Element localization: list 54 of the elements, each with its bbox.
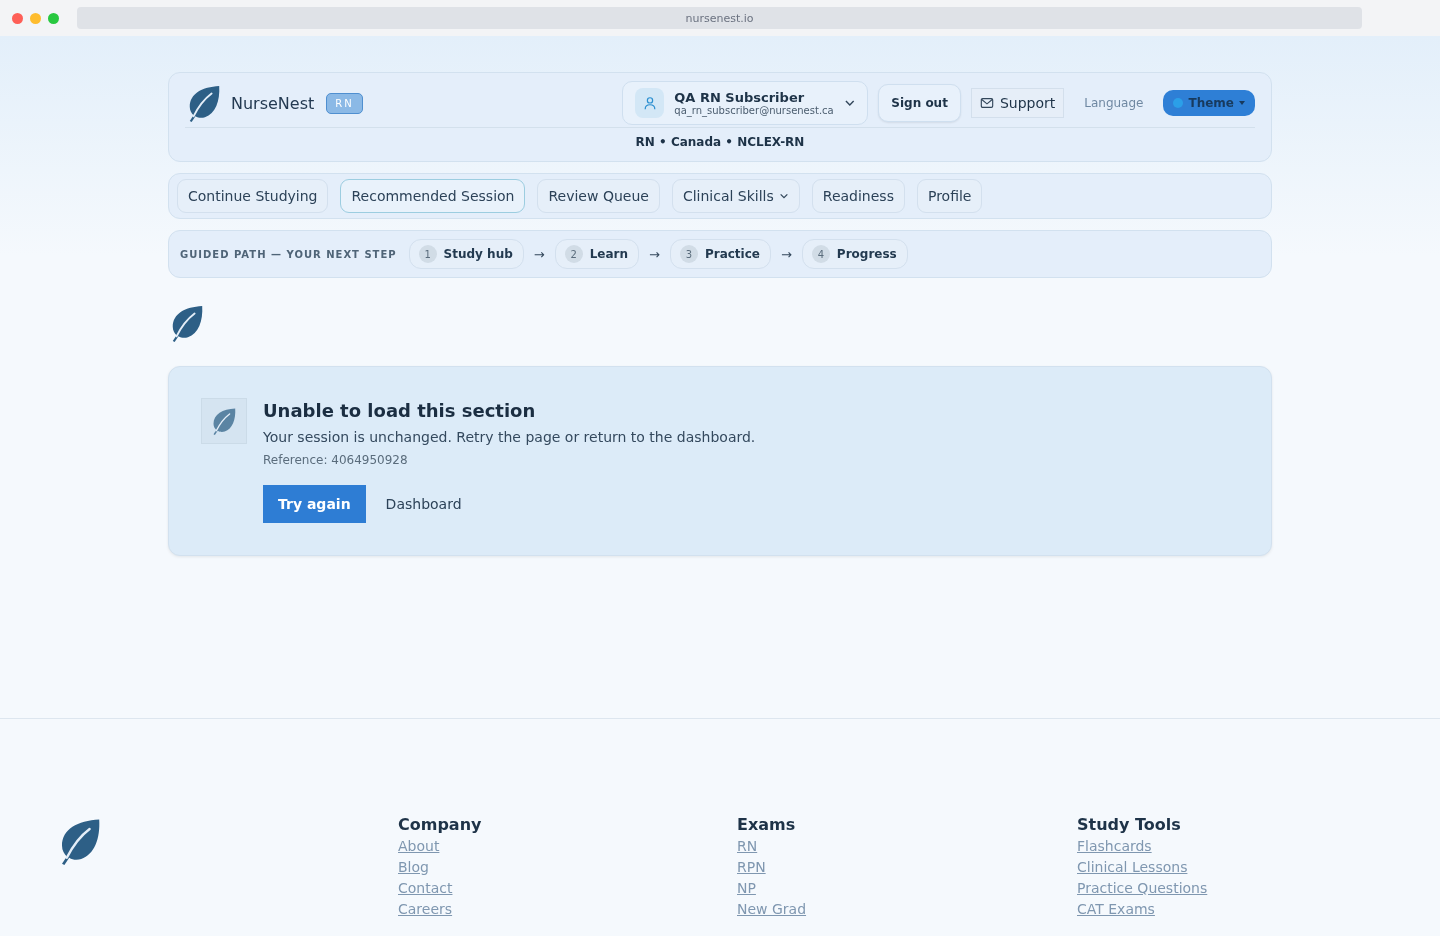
- nav-tab[interactable]: Readiness: [811, 179, 905, 213]
- url-text: nursenest.io: [685, 11, 754, 25]
- language-selector[interactable]: Language: [1074, 96, 1154, 110]
- footer-link[interactable]: RN: [737, 836, 758, 857]
- path-step[interactable]: 1 Study hub: [408, 239, 524, 269]
- footer-link[interactable]: NP: [737, 878, 756, 899]
- reference-number: Reference: 4064950928: [263, 453, 409, 467]
- footer-link[interactable]: Clinical Lessons: [1077, 857, 1188, 878]
- user-name: QA RN Subscriber: [674, 90, 806, 105]
- sign-out-button[interactable]: Sign out: [878, 84, 961, 122]
- support-button[interactable]: Support: [970, 88, 1065, 118]
- path-step[interactable]: 2 Learn: [554, 239, 639, 269]
- brand-name: NurseNest: [231, 93, 315, 113]
- try-again-button[interactable]: Try again: [263, 485, 366, 523]
- footer-heading: Exams: [737, 815, 796, 834]
- dashboard-link[interactable]: Dashboard: [385, 496, 462, 512]
- footer-link[interactable]: Practice Questions: [1077, 878, 1208, 899]
- leaf-icon: [201, 398, 247, 444]
- role-badge: RN: [326, 92, 363, 114]
- nav-tab[interactable]: Review Queue: [537, 179, 660, 213]
- footer-link[interactable]: CAT Exams: [1077, 899, 1155, 920]
- arrow-icon: →: [533, 246, 545, 262]
- path-step[interactable]: 3 Practice: [669, 239, 771, 269]
- nav-tab[interactable]: Clinical Skills: [671, 179, 800, 213]
- arrow-icon: →: [780, 246, 792, 262]
- caret-icon: [1239, 101, 1245, 105]
- error-message: Your session is unchanged. Retry the page or return to the dashboard.: [263, 429, 756, 445]
- path-step[interactable]: 4 Progress: [801, 239, 908, 269]
- user-email: qa_rn_subscriber@nursenest.ca: [674, 105, 834, 116]
- footer-link[interactable]: Flashcards: [1077, 836, 1152, 857]
- footer-heading: Study Tools: [1077, 815, 1181, 834]
- mail-icon: [979, 96, 994, 110]
- window-control[interactable]: [30, 12, 41, 24]
- theme-swatch-icon: [1173, 98, 1184, 108]
- error-title: Unable to load this section: [263, 400, 537, 421]
- theme-button[interactable]: Theme: [1163, 90, 1255, 116]
- learner-context: RN • Canada • NCLEX-RN: [634, 134, 806, 151]
- footer-link[interactable]: About: [398, 836, 440, 857]
- window-control[interactable]: [48, 12, 59, 24]
- footer-link[interactable]: Careers: [398, 899, 453, 920]
- user-menu[interactable]: QA RN Subscriber qa_rn_subscriber@nursenest.ca: [622, 81, 869, 125]
- address-bar[interactable]: nursenest.io: [77, 7, 1362, 29]
- avatar-icon: [635, 88, 665, 118]
- footer-link[interactable]: Contact: [398, 878, 453, 899]
- footer-link[interactable]: RPN: [737, 857, 766, 878]
- window-control[interactable]: [12, 12, 23, 24]
- nav-tab[interactable]: Continue Studying: [177, 179, 329, 213]
- footer-link[interactable]: Blog: [398, 857, 429, 878]
- guided-path-label: GUIDED PATH — YOUR NEXT STEP: [180, 248, 397, 260]
- nav-tab[interactable]: Profile: [916, 179, 983, 213]
- footer-heading: Company: [398, 815, 482, 834]
- nav-tab[interactable]: Recommended Session: [340, 179, 526, 213]
- footer-link[interactable]: New Grad: [737, 899, 807, 920]
- arrow-icon: →: [649, 246, 660, 262]
